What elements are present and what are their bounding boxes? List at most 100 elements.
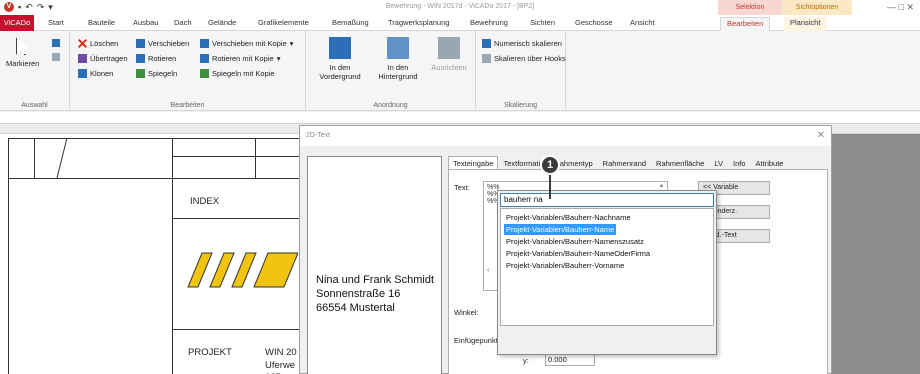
tab-info[interactable]: Info [728,156,751,170]
y-label: y: [523,356,529,365]
callout-badge: 1 [540,155,560,175]
projekt-label: PROJEKT [188,347,232,358]
tab-ausbau[interactable]: Ausbau [133,17,158,31]
move-icon [136,39,145,48]
delete-icon [78,39,87,48]
tab-plansicht[interactable]: Plansicht [784,17,827,31]
frame-line [8,138,300,139]
window-controls[interactable]: — □ ✕ [887,2,914,13]
ribbon-tab-row: ViCADo Start Bauteile Ausbau Dach Geländ… [0,15,920,31]
tab-bauteile[interactable]: Bauteile [88,17,115,31]
preview-line: Sonnenstraße 16 [316,288,401,300]
mbaec-logo [187,252,298,288]
frame-line [172,156,300,157]
y-input[interactable]: 0.000 [545,354,595,366]
list-item[interactable]: Projekt-Variablen/Bauherr-Nachname [504,212,633,223]
frame-line [8,138,9,374]
callout-line [549,174,551,199]
frame-line [172,329,300,330]
mirror-copy-button[interactable]: Spiegeln mit Kopie [200,69,275,78]
mirror-copy-icon [200,69,209,78]
tab-bewehrung[interactable]: Bewehrung [470,17,508,31]
tab-bearbeiten[interactable]: Bearbeiten [720,17,771,31]
rotate-copy-icon [200,54,209,63]
scroll-left-icon[interactable]: ‹ [487,267,489,274]
preview-line: Nina und Frank Schmidt [316,274,434,286]
tab-lv[interactable]: LV [709,156,728,170]
tab-dach[interactable]: Dach [174,17,192,31]
group-label-auswahl: Auswahl [21,102,48,109]
ribbon: Markieren Auswahl Löschen Übertragen Klo… [0,31,920,111]
select-mode-icon[interactable] [52,39,60,47]
list-item[interactable]: Projekt-Variablen/Bauherr-Namenszusatz [504,236,646,247]
bring-front-icon [329,37,351,59]
text-label: Text: [454,183,470,192]
group-label-skalierung: Skalierung [503,102,538,109]
tab-sichten[interactable]: Sichten [530,17,555,31]
markieren-button[interactable]: Markieren [6,37,39,68]
rotate-icon [136,54,145,63]
tab-file[interactable]: ViCADo [0,15,34,31]
clone-icon [78,69,87,78]
tab-ansicht[interactable]: Ansicht [630,17,655,31]
tab-gelaende[interactable]: Gelände [208,17,236,31]
numeric-scale-button[interactable]: Numerisch skalieren [482,39,562,48]
command-line[interactable] [0,112,920,124]
mirror-button[interactable]: Spiegeln [136,69,177,78]
frame-line [172,138,173,374]
cursor-icon [15,37,30,55]
tab-rahmenflaeche[interactable]: Rahmenfläche [651,156,709,170]
frame-line [8,178,300,179]
list-item[interactable]: Projekt-Variablen/Bauherr-Vorname [504,260,626,271]
tab-rahmenrand[interactable]: Rahmenrand [598,156,651,170]
context-sichtoptionen: Sichtoptionen [782,0,852,15]
dialog-titlebar: 2D-Text ✕ [300,126,831,146]
align-icon [438,37,460,59]
variable-autocomplete-popup: bauherr na Projekt-Variablen/Bauherr-Nac… [497,190,717,355]
frame-line [172,218,300,219]
frame-line [34,138,35,178]
transfer-button[interactable]: Übertragen [78,54,128,63]
rotate-button[interactable]: Rotieren [136,54,176,63]
send-to-back-button[interactable]: In den Hintergrund [372,37,424,81]
move-copy-icon [200,39,209,48]
group-anordnung: In den Vordergrund In den Hintergrund Au… [306,31,476,111]
clone-button[interactable]: Klonen [78,69,113,78]
tab-tragwerksplanung[interactable]: Tragwerksplanung [388,17,449,31]
variable-search-input[interactable]: bauherr na [500,193,714,207]
list-item-selected[interactable]: Projekt-Variablen/Bauherr-Name [504,224,617,235]
select-window-icon[interactable] [52,53,60,61]
tab-start[interactable]: Start [48,17,64,31]
variable-list: Projekt-Variablen/Bauherr-Nachname Proje… [500,208,714,326]
tab-bemassung[interactable]: Bemaßung [332,17,369,31]
close-icon[interactable]: ✕ [817,130,825,141]
group-skalierung: Numerisch skalieren Skalieren über Hooks… [476,31,566,111]
move-copy-button[interactable]: Verschieben mit Kopie ▾ [200,39,293,48]
projekt-value: WIN 20 [265,347,297,358]
list-item[interactable]: Projekt-Variablen/Bauherr-NameOderFirma [504,248,652,259]
group-label-anordnung: Anordnung [373,102,408,109]
move-button[interactable]: Verschieben [136,39,189,48]
tab-geschosse[interactable]: Geschosse [575,17,613,31]
align-button[interactable]: Ausrichten [428,37,470,72]
group-bearbeiten: Löschen Übertragen Klonen Verschieben Ro… [70,31,306,111]
rotate-copy-button[interactable]: Rotieren mit Kopie ▾ [200,54,280,63]
tab-texteingabe[interactable]: Texteingabe [448,156,499,170]
einfuegepunkt-label: Einfügepunkt [454,336,498,345]
context-selektion: Selektion [718,0,782,15]
mirror-icon [136,69,145,78]
hooks-scale-icon [482,54,491,63]
text-preview: Nina und Frank Schmidt Sonnenstraße 16 6… [307,156,442,374]
preview-line: 66554 Mustertal [316,302,395,314]
tab-attribute[interactable]: Attribute [751,156,789,170]
group-label-bearbeiten: Bearbeiten [170,102,205,109]
hooks-scale-button[interactable]: Skalieren über Hooks [482,54,566,63]
delete-button[interactable]: Löschen [78,39,118,48]
index-label: INDEX [190,196,220,207]
group-auswahl: Markieren Auswahl [0,31,70,111]
dialog-tabs: Texteingabe Textformatie Rahmentyp Rahme… [448,156,828,170]
bring-to-front-button[interactable]: In den Vordergrund [314,37,366,81]
transfer-icon [78,54,87,63]
tab-grafikelemente[interactable]: Grafikelemente [258,17,309,31]
frame-line [255,138,256,178]
